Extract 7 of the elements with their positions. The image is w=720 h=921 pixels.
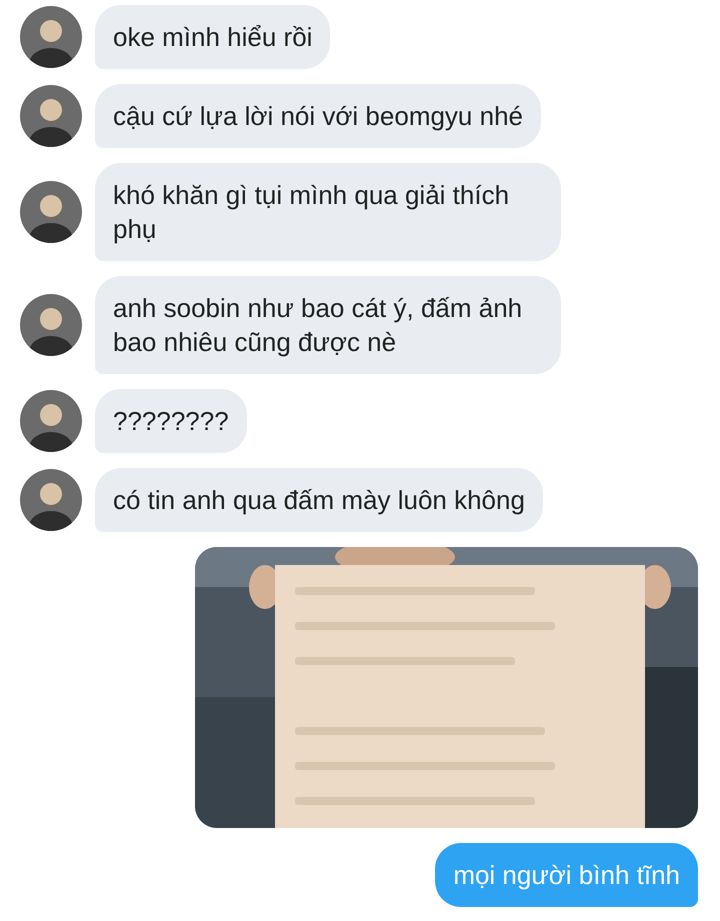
- message-bubble: khó khăn gì tụi mình qua giải thích phụ: [95, 163, 561, 261]
- message-bubble: anh soobin như bao cát ý, đấm ảnh bao nhiêu cũng được nè: [95, 276, 561, 374]
- message-bubble: cậu cứ lựa lời nói với beomgyu nhé: [95, 84, 541, 148]
- message-bubble: oke mình hiểu rồi: [95, 5, 330, 69]
- message-bubble: có tin anh qua đấm mày luôn không: [95, 468, 543, 532]
- message-bubble: mọi người bình tĩnh: [435, 843, 698, 907]
- message-bubble: ????????: [95, 389, 247, 453]
